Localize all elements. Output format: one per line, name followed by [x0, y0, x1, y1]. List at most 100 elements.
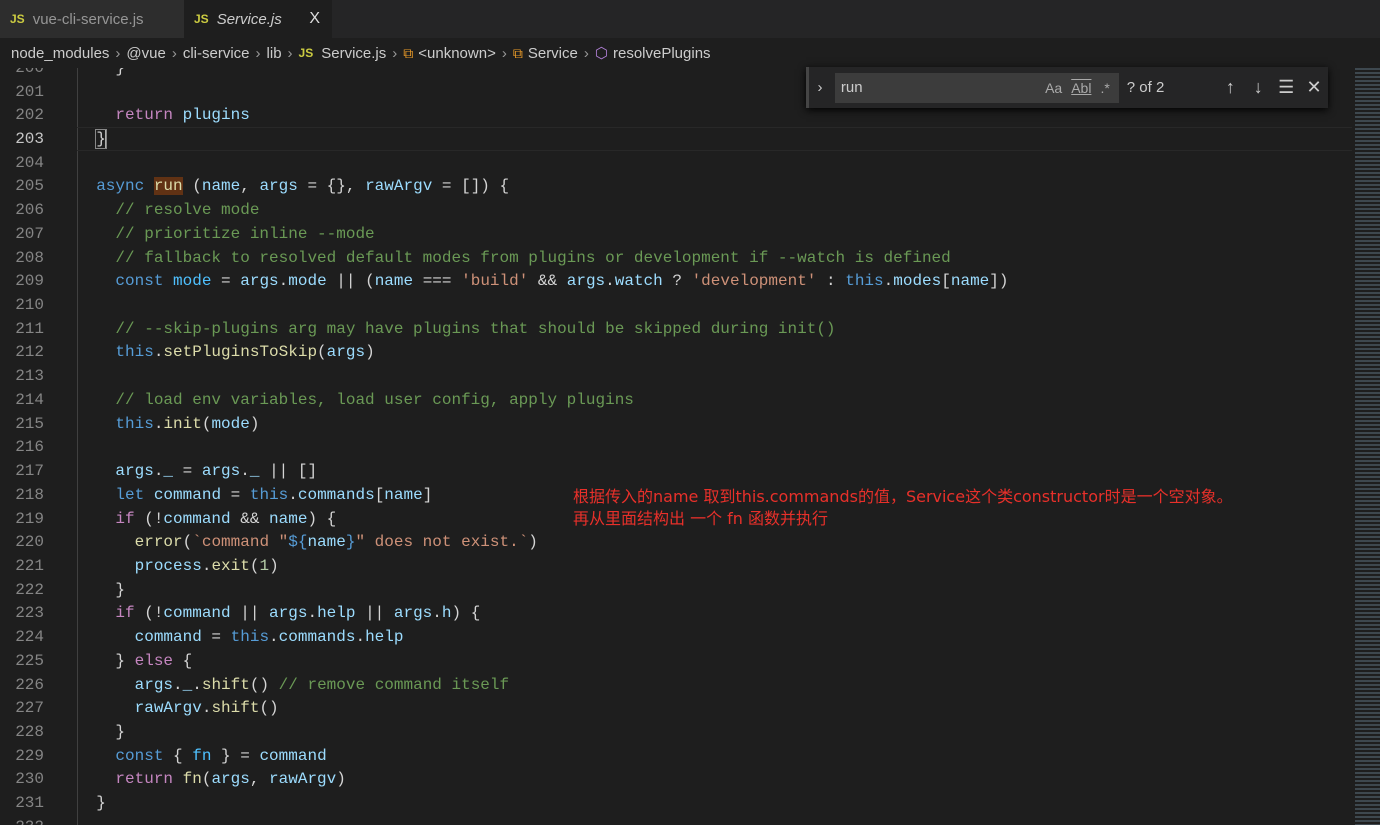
- chevron-right-icon: ›: [287, 44, 293, 62]
- class-symbol-icon: ⧉: [512, 44, 523, 61]
- whole-word-button[interactable]: Abl: [1071, 80, 1091, 96]
- line-number: 218: [15, 485, 44, 504]
- line-number: 221: [15, 556, 44, 575]
- code-token: .: [240, 462, 250, 481]
- chevron-right-icon: ›: [392, 44, 398, 62]
- code-text: async run (name, args = {}, rawArgv = []…: [77, 177, 509, 196]
- code-line: 208 // fallback to resolved default mode…: [0, 246, 1352, 270]
- code-line: 209 const mode = args.mode || (name === …: [0, 269, 1352, 293]
- code-token: this: [845, 272, 884, 291]
- line-number: 224: [15, 628, 44, 647]
- code-editor[interactable]: 200 } 201 202 return plugins 203 } 204 205 as…: [0, 68, 1352, 825]
- breadcrumb-item[interactable]: Service.js: [321, 45, 386, 62]
- chevron-right-icon: ›: [255, 44, 261, 62]
- breadcrumb-item[interactable]: node_modules: [11, 45, 109, 62]
- close-find-icon[interactable]: ✕: [1300, 77, 1328, 98]
- code-token: _: [182, 675, 193, 694]
- code-token: fn: [182, 770, 202, 789]
- code-text: }: [77, 581, 125, 599]
- code-token: [: [941, 272, 951, 291]
- tab-label: Service.js: [216, 10, 282, 28]
- code-text: if (!command && name) {: [77, 510, 336, 528]
- code-text: return fn(args, rawArgv): [77, 770, 345, 789]
- breadcrumb-item[interactable]: Service: [528, 45, 578, 62]
- find-input[interactable]: run Aa Abl .*: [834, 72, 1119, 103]
- tab-label: vue-cli-service.js: [32, 10, 144, 28]
- code-line: 205 async run (name, args = {}, rawArgv …: [0, 175, 1352, 199]
- breadcrumb-item[interactable]: <unknown>: [418, 45, 496, 62]
- breadcrumb-item[interactable]: @vue: [126, 45, 165, 62]
- code-token: } =: [211, 746, 260, 765]
- regex-button[interactable]: .*: [1100, 80, 1109, 96]
- code-token: (: [201, 414, 212, 433]
- code-text: return plugins: [77, 106, 249, 124]
- breadcrumb-item[interactable]: lib: [267, 45, 282, 62]
- code-token: fn: [192, 746, 212, 765]
- code-line: 204: [0, 151, 1352, 175]
- code-token: ): [269, 556, 279, 575]
- close-icon[interactable]: X: [309, 10, 320, 28]
- code-token: .: [307, 604, 318, 623]
- minimap[interactable]: [1355, 68, 1380, 825]
- code-token: let: [115, 485, 145, 504]
- code-text: const { fn } = command: [77, 746, 326, 765]
- code-line: 223 if (!command || args.help || args.h)…: [0, 602, 1352, 626]
- code-token: // prioritize inline --mode: [115, 224, 375, 243]
- code-text: const mode = args.mode || (name === 'bui…: [77, 272, 1008, 290]
- code-line: 214 // load env variables, load user con…: [0, 388, 1352, 412]
- code-text: // --skip-plugins arg may have plugins t…: [77, 320, 835, 338]
- code-token: this: [115, 343, 154, 362]
- code-token: async: [96, 177, 145, 196]
- code-token: (): [259, 699, 279, 718]
- tab-service[interactable]: JS Service.js X: [184, 0, 332, 38]
- code-token: args: [566, 272, 606, 291]
- chevron-right-icon: ›: [583, 44, 589, 62]
- code-token: name: [374, 272, 414, 291]
- code-token: args: [211, 770, 250, 789]
- code-line: 212 this.setPluginsToSkip(args): [0, 341, 1352, 365]
- code-line: 228 }: [0, 720, 1352, 744]
- code-token: // load env variables, load user config,…: [115, 390, 634, 409]
- breadcrumb-item[interactable]: cli-service: [183, 45, 250, 62]
- code-token: args: [259, 177, 298, 196]
- line-number: 213: [15, 367, 44, 386]
- code-line: 222 }: [0, 578, 1352, 602]
- code-token: // fallback to resolved default modes fr…: [115, 248, 951, 267]
- tab-vue-cli-service[interactable]: JS vue-cli-service.js: [0, 0, 184, 38]
- code-token: ===: [413, 272, 462, 291]
- breadcrumb-item[interactable]: resolvePlugins: [613, 45, 711, 62]
- code-token: || []: [259, 462, 318, 481]
- match-case-button[interactable]: Aa: [1045, 80, 1062, 96]
- code-line: 230 return fn(args, rawArgv): [0, 768, 1352, 792]
- code-token: rawArgv: [365, 177, 433, 196]
- code-token: = {},: [297, 177, 366, 196]
- code-token: (: [317, 343, 327, 362]
- code-text: }: [77, 68, 125, 77]
- code-token: error: [134, 533, 183, 552]
- line-number: 227: [15, 699, 44, 718]
- code-lines: 200 } 201 202 return plugins 203 } 204 205 as…: [0, 68, 1352, 825]
- line-number: 214: [15, 390, 44, 409]
- code-token: 1: [259, 556, 270, 575]
- previous-match-arrow-up-icon[interactable]: ↑: [1216, 77, 1244, 98]
- code-token: ]: [422, 485, 433, 504]
- next-match-arrow-down-icon[interactable]: ↓: [1244, 77, 1272, 98]
- toggle-replace-chevron-icon[interactable]: ›: [809, 79, 831, 96]
- line-number: 206: [15, 201, 44, 220]
- find-in-selection-icon[interactable]: ☰: [1272, 77, 1300, 98]
- class-symbol-icon: ⧉: [403, 44, 414, 61]
- code-line: 207 // prioritize inline --mode: [0, 222, 1352, 246]
- code-text: process.exit(1): [77, 557, 279, 575]
- code-token: }: [77, 68, 125, 77]
